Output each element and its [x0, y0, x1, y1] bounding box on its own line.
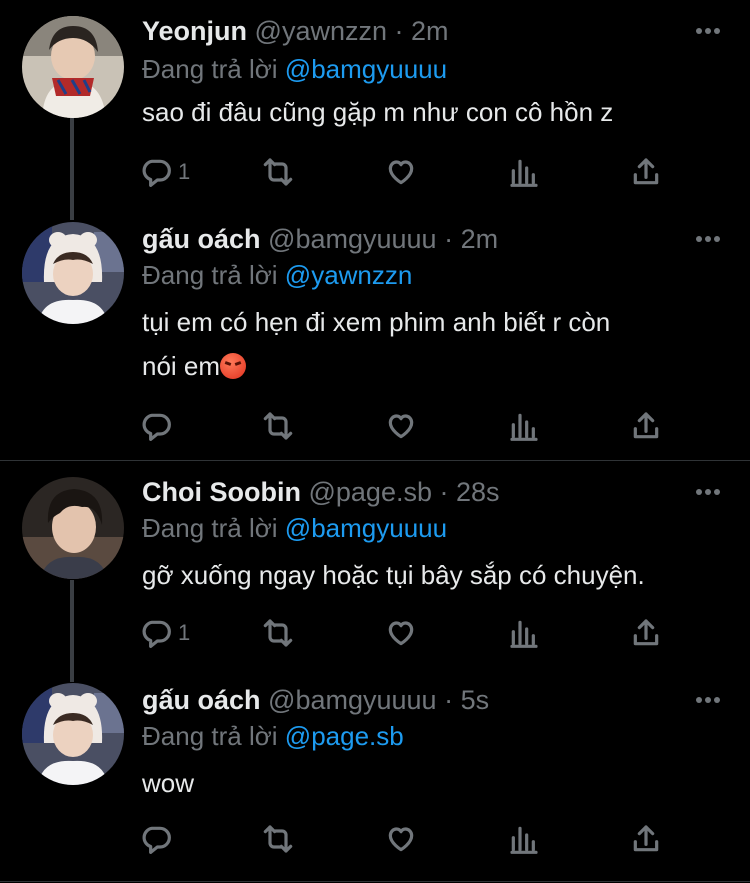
replying-label: Đang trả lời: [142, 54, 278, 84]
tweet-text: wow: [142, 768, 195, 798]
share-button[interactable]: [630, 406, 662, 446]
reply-button[interactable]: 1: [140, 613, 190, 653]
angry-face-emoji-icon: [220, 353, 247, 379]
author-handle[interactable]: @bamgyuuuu: [268, 685, 437, 715]
mention-link[interactable]: @yawnzzn: [285, 260, 413, 290]
mention-link[interactable]: @page.sb: [285, 721, 404, 751]
retweet-icon: [262, 823, 294, 855]
tweet-text: sao đi đâu cũng gặp m như con cô hồn z: [142, 97, 614, 127]
stats-icon: [508, 156, 540, 188]
avatar[interactable]: [22, 16, 124, 118]
tweet[interactable]: Yeonjun @yawnzzn · 2m Đang trả lời @bamg…: [0, 0, 750, 225]
retweet-icon: [262, 617, 294, 649]
replying-label: Đang trả lời: [142, 260, 278, 290]
view-stats-button[interactable]: [508, 152, 540, 192]
timestamp[interactable]: 5s: [461, 685, 490, 715]
person-avatar-hood-icon: [22, 683, 124, 785]
retweet-button[interactable]: [262, 406, 294, 446]
timestamp[interactable]: 28s: [456, 477, 500, 507]
share-button[interactable]: [630, 613, 662, 653]
mention-link[interactable]: @bamgyuuuu: [285, 513, 447, 543]
reply-count: 1: [178, 159, 191, 184]
author-name[interactable]: Yeonjun: [142, 16, 247, 46]
stats-icon: [508, 410, 540, 442]
tweet-actions: [140, 406, 680, 446]
bottom-divider: [0, 881, 750, 882]
tweet[interactable]: gấu oách @bamgyuuuu · 2m Đang trả lời @y…: [0, 222, 750, 458]
more-options-icon[interactable]: [696, 28, 720, 34]
heart-icon: [385, 410, 417, 442]
separator-dot: ·: [444, 224, 454, 254]
view-stats-button[interactable]: [508, 406, 540, 446]
reply-count: 1: [178, 620, 191, 645]
replying-to-line: Đang trả lời @bamgyuuuu: [142, 54, 447, 85]
separator-dot: ·: [394, 16, 404, 46]
reply-button[interactable]: 1: [140, 152, 190, 192]
more-options-icon[interactable]: [696, 489, 720, 495]
author-name[interactable]: Choi Soobin: [142, 477, 301, 507]
timestamp[interactable]: 2m: [411, 16, 449, 46]
view-stats-button[interactable]: [508, 613, 540, 653]
mention-link[interactable]: @bamgyuuuu: [285, 54, 447, 84]
like-button[interactable]: [385, 406, 417, 446]
tweet[interactable]: Choi Soobin @page.sb · 28s Đang trả lời …: [0, 461, 750, 683]
view-stats-button[interactable]: [508, 819, 540, 859]
avatar[interactable]: [22, 477, 124, 579]
tweet-text: gỡ xuống ngay hoặc tụi bây sắp có chuyện…: [142, 560, 645, 590]
reply-button[interactable]: [140, 819, 178, 859]
share-button[interactable]: [630, 819, 662, 859]
tweet-text-fragment: nói em: [142, 351, 221, 381]
tweet-text-line: tụi em có hẹn đi xem phim anh biết r còn: [142, 307, 611, 337]
like-button[interactable]: [385, 819, 417, 859]
tweet-text-line: nói em: [142, 344, 732, 388]
author-name[interactable]: gấu oách: [142, 685, 261, 715]
avatar[interactable]: [22, 683, 124, 785]
like-button[interactable]: [385, 613, 417, 653]
replying-to-line: Đang trả lời @yawnzzn: [142, 260, 412, 291]
more-options-icon[interactable]: [696, 697, 720, 703]
replying-to-line: Đang trả lời @page.sb: [142, 721, 404, 752]
retweet-icon: [262, 410, 294, 442]
retweet-button[interactable]: [262, 819, 294, 859]
reply-icon: [140, 156, 172, 188]
retweet-button[interactable]: [262, 152, 294, 192]
share-icon: [630, 410, 662, 442]
person-avatar-scarf-icon: [22, 16, 124, 118]
author-name[interactable]: gấu oách: [142, 224, 261, 254]
author-handle[interactable]: @yawnzzn: [255, 16, 387, 46]
separator-dot: ·: [444, 685, 454, 715]
share-button[interactable]: [630, 152, 662, 192]
tweet-text: tụi em có hẹn đi xem phim anh biết r còn…: [142, 300, 732, 388]
person-avatar-dark-hair-icon: [22, 477, 124, 579]
tweet-actions: 1: [140, 152, 680, 192]
replying-label: Đang trả lời: [142, 721, 278, 751]
like-button[interactable]: [385, 152, 417, 192]
reply-icon: [140, 823, 172, 855]
separator-dot: ·: [439, 477, 449, 507]
reply-icon: [140, 410, 172, 442]
retweet-icon: [262, 156, 294, 188]
reply-icon: [140, 617, 172, 649]
heart-icon: [385, 823, 417, 855]
author-handle[interactable]: @bamgyuuuu: [268, 224, 437, 254]
more-options-icon[interactable]: [696, 236, 720, 242]
reply-button[interactable]: [140, 406, 178, 446]
tweet-actions: [140, 819, 680, 859]
share-icon: [630, 617, 662, 649]
heart-icon: [385, 156, 417, 188]
stats-icon: [508, 823, 540, 855]
replying-label: Đang trả lời: [142, 513, 278, 543]
avatar[interactable]: [22, 222, 124, 324]
stats-icon: [508, 617, 540, 649]
retweet-button[interactable]: [262, 613, 294, 653]
heart-icon: [385, 617, 417, 649]
share-icon: [630, 823, 662, 855]
person-avatar-hood-icon: [22, 222, 124, 324]
replying-to-line: Đang trả lời @bamgyuuuu: [142, 513, 447, 544]
timestamp[interactable]: 2m: [461, 224, 499, 254]
tweet-actions: 1: [140, 613, 680, 653]
tweet[interactable]: gấu oách @bamgyuuuu · 5s Đang trả lời @p…: [0, 683, 750, 883]
share-icon: [630, 156, 662, 188]
author-handle[interactable]: @page.sb: [308, 477, 432, 507]
